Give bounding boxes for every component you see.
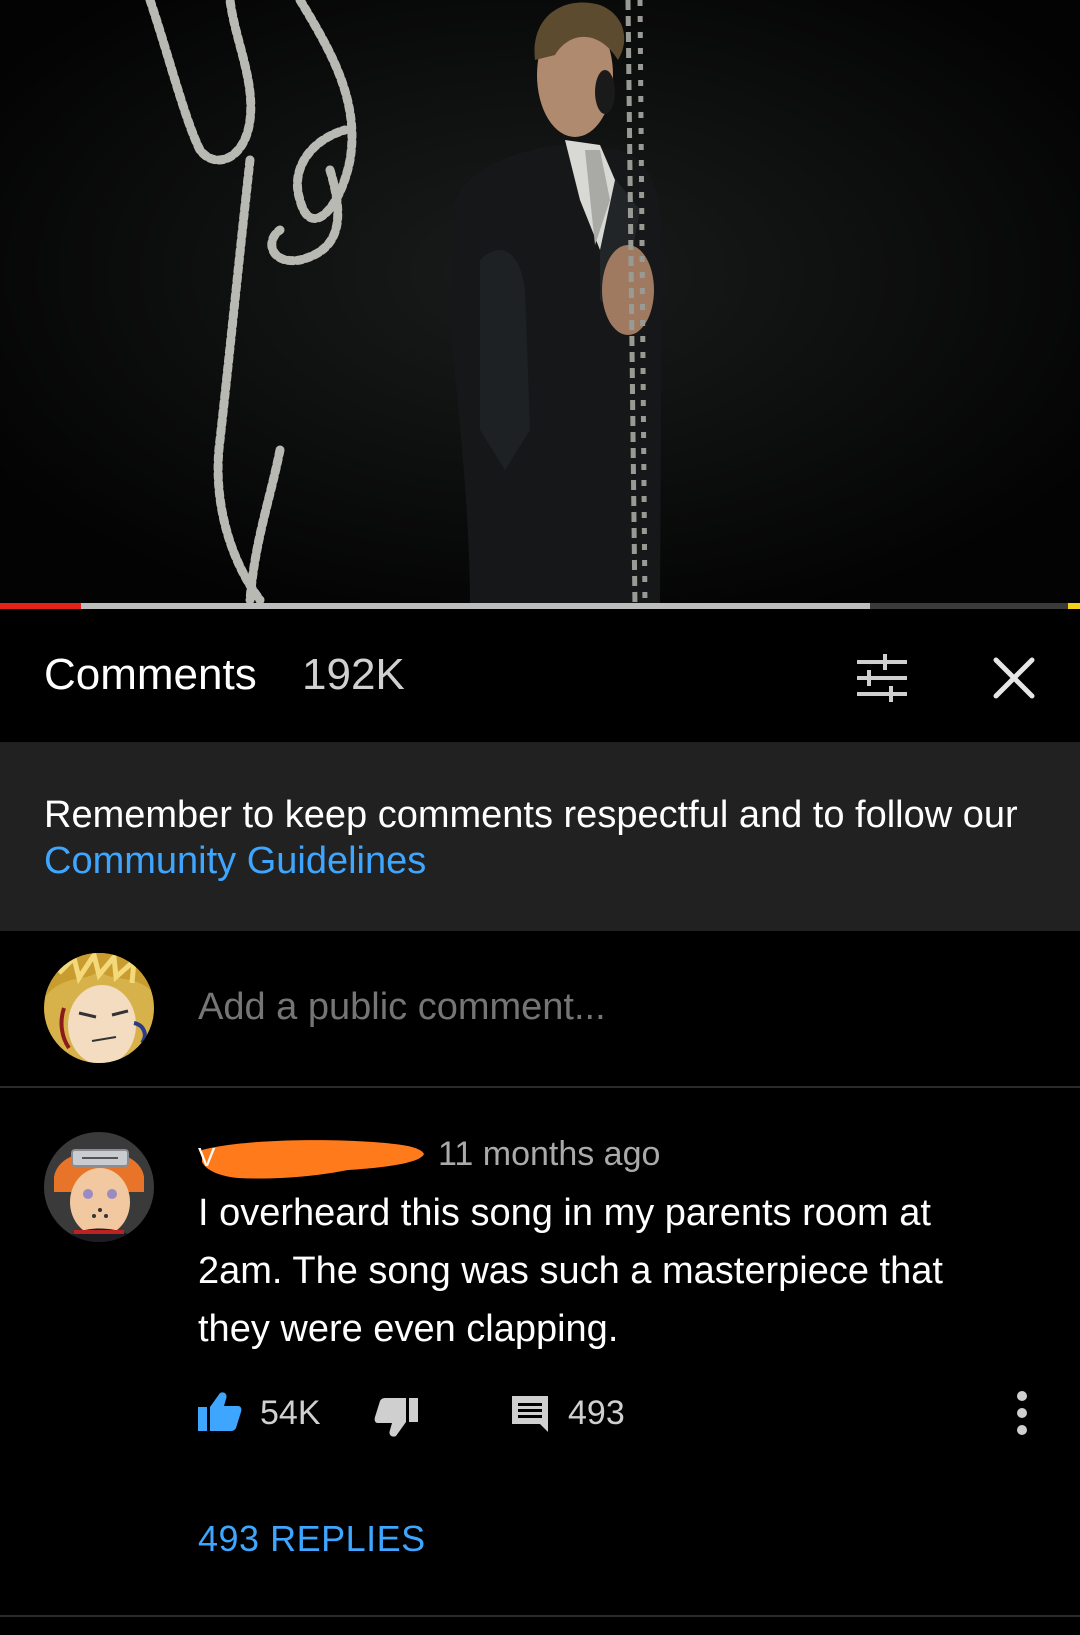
author-name-redacted[interactable]: V bbox=[198, 1132, 430, 1184]
sort-icon[interactable] bbox=[855, 654, 909, 702]
video-frame bbox=[0, 0, 1080, 608]
comment-input[interactable] bbox=[198, 986, 1018, 1029]
like-count: 54K bbox=[260, 1394, 321, 1432]
commenter-avatar[interactable] bbox=[44, 1132, 154, 1242]
guidelines-message: Remember to keep comments respectful and… bbox=[44, 794, 1018, 836]
view-replies-button[interactable]: 493 REPLIES bbox=[198, 1518, 426, 1560]
video-player[interactable] bbox=[0, 0, 1080, 608]
comment-thread: V 11 months ago I overheard this song in… bbox=[0, 1088, 1080, 1617]
guidelines-text: Remember to keep comments respectful and… bbox=[44, 792, 1044, 884]
thumbs-up-icon[interactable] bbox=[198, 1391, 242, 1431]
user-avatar[interactable] bbox=[44, 953, 154, 1063]
comment-text: I overheard this song in my parents room… bbox=[198, 1192, 943, 1350]
add-comment-row bbox=[0, 931, 1080, 1088]
guidelines-banner: Remember to keep comments respectful and… bbox=[0, 742, 1080, 931]
reply-icon[interactable] bbox=[510, 1394, 550, 1432]
close-icon[interactable] bbox=[993, 657, 1035, 699]
more-options-icon[interactable] bbox=[1014, 1388, 1030, 1438]
svg-text:V: V bbox=[198, 1142, 216, 1172]
reply-count: 493 bbox=[568, 1394, 625, 1432]
comments-count: 192K bbox=[302, 650, 405, 699]
comments-header: Comments 192K bbox=[0, 609, 1080, 742]
comments-title: Comments bbox=[44, 650, 257, 699]
comment-timestamp: 11 months ago bbox=[438, 1135, 661, 1173]
thumbs-down-icon[interactable] bbox=[374, 1398, 418, 1438]
community-guidelines-link[interactable]: Community Guidelines bbox=[44, 840, 426, 882]
comment-actions: 54K 493 bbox=[198, 1388, 1048, 1438]
